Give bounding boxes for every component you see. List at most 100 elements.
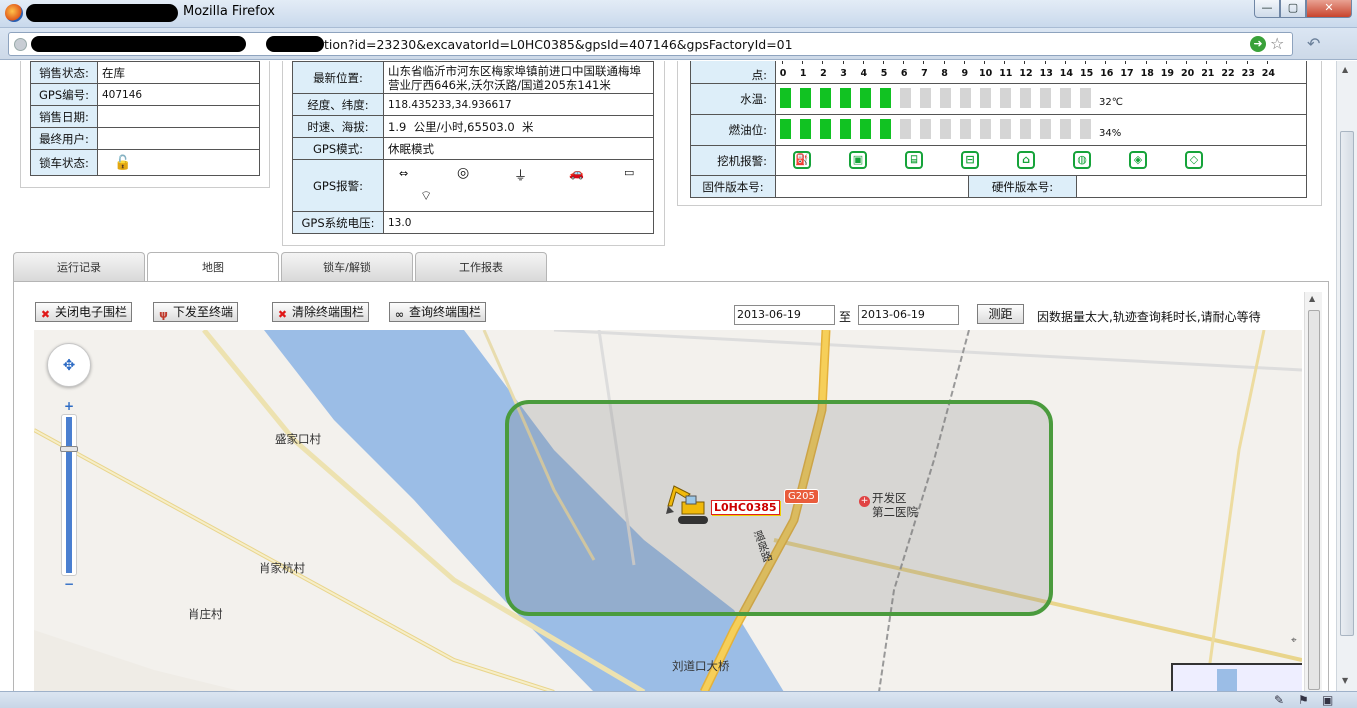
coords-value: 118.435233,34.936617 (383, 93, 654, 116)
table-row: 燃油位: 34% (690, 114, 1307, 146)
table-row: 水温: 32℃ (690, 83, 1307, 115)
bookmark-star-icon[interactable]: ☆ (1270, 34, 1284, 53)
hour-tick (1105, 61, 1107, 64)
fuel-level-value: 34% (1099, 128, 1122, 139)
page-scrollbar[interactable]: ▲ ▼ (1336, 61, 1357, 691)
filter-alarm-icon: ⌸ (905, 151, 923, 169)
lock-status-label: 锁车状态: (30, 149, 98, 176)
url-bar[interactable]: tion?id=23230&excavatorId=L0HC0385&gpsId… (8, 32, 1293, 56)
excavator-alarm-label: 挖机报警: (690, 145, 776, 176)
gps-mode-value: 休眠模式 (383, 137, 654, 160)
navigation-bar: tion?id=23230&excavatorId=L0HC0385&gpsId… (0, 28, 1357, 60)
back-icon[interactable]: ↶ (1307, 34, 1320, 53)
left-info-table: 销售状态: 在库 GPS编号: 407146 销售日期: 最终用户: 锁车状态: 🔓 (30, 61, 260, 176)
left-info-table-wrap: 销售状态: 在库 GPS编号: 407146 销售日期: 最终用户: 锁车状态: 🔓 (30, 61, 260, 176)
excavator-svg (666, 485, 708, 524)
hour-tick (862, 61, 864, 64)
minimize-button[interactable]: — (1254, 0, 1280, 18)
table-row: 最终用户: (30, 127, 260, 150)
overview-map[interactable] (1171, 663, 1302, 691)
tab-map[interactable]: 地图 (147, 252, 279, 283)
tab-run-records[interactable]: 运行记录 (13, 252, 145, 282)
map-label-second-hospital: 第二医院 (872, 505, 918, 519)
scroll-up-arrow[interactable]: ▲ (1309, 294, 1315, 303)
tab-lock-unlock[interactable]: 锁车/解锁 (281, 252, 413, 282)
level-bar-active (880, 88, 891, 108)
hour-tick (1125, 61, 1127, 64)
hour-tick (1064, 61, 1066, 64)
query-fence-button[interactable]: ∞ 查询终端围栏 (389, 302, 487, 322)
addon-icon[interactable]: ⚑ (1298, 693, 1309, 707)
level-bar-active (800, 88, 811, 108)
hardware-label: 硬件版本号: (968, 175, 1077, 198)
pencil-icon[interactable]: ✎ (1274, 693, 1284, 707)
page-scroll-thumb[interactable] (1340, 131, 1354, 636)
zoom-handle[interactable] (60, 446, 78, 452)
scroll-down-arrow[interactable]: ▼ (1342, 676, 1348, 685)
level-bar-inactive (920, 119, 931, 139)
road-shield-g205: G205 (784, 489, 819, 504)
hour-label: 0 (779, 68, 787, 79)
fuel-tank-alarm-icon: ▣ (849, 151, 867, 169)
gps-mode-label: GPS模式: (292, 137, 384, 160)
hour-label: 9 (961, 68, 969, 79)
coolant-alarm-icon: ◍ (1073, 151, 1091, 169)
maximize-button[interactable]: ▢ (1280, 0, 1306, 18)
hour-tick (802, 61, 804, 64)
hour-label: 8 (941, 68, 948, 79)
table-row: 销售日期: (30, 105, 260, 128)
hour-tick (963, 61, 965, 64)
level-bar-inactive (1040, 119, 1051, 139)
date-from-input[interactable]: 2013-06-19 (734, 305, 835, 325)
level-bar-inactive (1000, 119, 1011, 139)
tab-work-report[interactable]: 工作报表 (415, 252, 547, 282)
hour-label: 13 (1039, 68, 1053, 79)
hours-label: 点: (690, 61, 776, 84)
level-bar-inactive (1060, 88, 1071, 108)
water-drop-alarm-icon: ◇ (1185, 151, 1203, 169)
map-canvas[interactable]: ✥ + − 盛家口村 肖家杭村 肖庄村 + 开发区 第二医院 刘道口大桥 温泉路… (34, 330, 1302, 691)
level-bar-active (800, 119, 811, 139)
pan-control[interactable]: ✥ (47, 343, 91, 387)
window-icon[interactable]: ▣ (1322, 693, 1333, 707)
hour-tick (923, 61, 925, 64)
red-x-icon: ✖ (277, 308, 288, 321)
sale-status-label: 销售状态: (30, 61, 98, 84)
hour-tick (842, 61, 844, 64)
hour-tick (943, 61, 945, 64)
end-user-label: 最终用户: (30, 127, 98, 150)
zoom-slider[interactable] (60, 414, 78, 576)
url-text[interactable]: tion?id=23230&excavatorId=L0HC0385&gpsId… (324, 37, 793, 52)
table-row: 经度、纬度: 118.435233,34.936617 (292, 93, 654, 116)
gps-number-value: 407146 (97, 83, 260, 106)
close-button[interactable]: ✕ (1306, 0, 1352, 18)
zoom-out-button[interactable]: − (61, 576, 77, 592)
level-bar-active (820, 119, 831, 139)
hour-label: 1 (799, 68, 807, 79)
map-label-xiaozhuang: 肖庄村 (188, 607, 223, 621)
zoom-in-button[interactable]: + (61, 398, 77, 414)
measure-distance-button[interactable]: 测距 (977, 304, 1024, 324)
right-info-table: 点: 0 1 2 3 4 5 6 7 8 9 10 11 12 13 14 15 16 17 18 19 20 21 22 2… (690, 61, 1307, 198)
scroll-up-arrow[interactable]: ▲ (1342, 65, 1348, 74)
level-bar-inactive (920, 88, 931, 108)
map-panel-scroll-thumb[interactable] (1308, 310, 1320, 690)
send-terminal-button[interactable]: ψ 下发至终端 (153, 302, 239, 322)
date-to-input[interactable]: 2013-06-19 (858, 305, 959, 325)
page-content: 销售状态: 在库 GPS编号: 407146 销售日期: 最终用户: 锁车状态: 🔓 … (0, 61, 1336, 691)
go-icon[interactable]: ➜ (1250, 36, 1266, 52)
water-temp-bars (780, 88, 1100, 110)
hour-label: 2 (820, 68, 827, 79)
table-row: 固件版本号: 硬件版本号: (690, 175, 1307, 198)
level-bar-active (780, 119, 791, 139)
level-bar-inactive (1080, 119, 1091, 139)
clear-fence-button[interactable]: ✖ 清除终端围栏 (272, 302, 370, 322)
level-bar-active (820, 88, 831, 108)
excavator-marker-icon[interactable] (664, 482, 710, 528)
level-bar-active (840, 119, 851, 139)
table-row: 挖机报警: ⛽ ▣ ⌸ ⊟ ⌂ ◍ ◈ ◇ (690, 145, 1307, 176)
site-identity-icon[interactable] (14, 38, 27, 51)
map-panel-scrollbar[interactable]: ▲ (1304, 292, 1322, 691)
clear-fence-label: 清除终端围栏 (292, 305, 365, 319)
close-fence-button[interactable]: ✖ 关闭电子围栏 (35, 302, 133, 322)
